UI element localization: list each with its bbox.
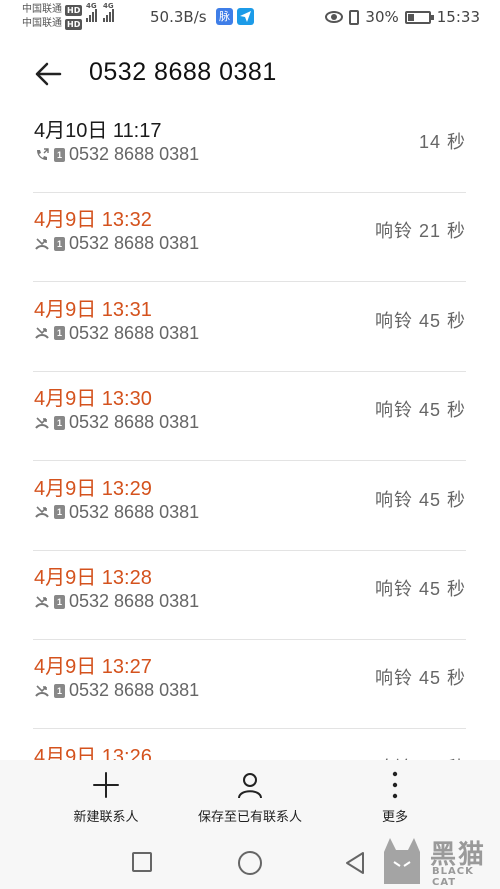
sim-card-icon: 1 xyxy=(54,147,65,162)
battery-percent: 30% xyxy=(365,8,399,26)
more-vertical-icon xyxy=(392,771,398,799)
sim-card-icon: 1 xyxy=(54,236,65,251)
eye-comfort-icon xyxy=(325,11,344,23)
sim-card-icon: 1 xyxy=(54,505,65,520)
call-time: 4月9日 13:28 xyxy=(34,567,152,589)
page-title: 0532 8688 0381 xyxy=(89,58,277,86)
call-time: 4月9日 13:32 xyxy=(34,209,152,232)
sim-card-icon: 1 xyxy=(54,683,65,698)
call-number: 0532 8688 0381 xyxy=(69,501,200,522)
call-log-item[interactable]: 4月9日 13:32 1 0532 8688 0381 响铃 21 秒 xyxy=(33,193,466,283)
outgoing-call-icon xyxy=(37,147,49,160)
call-duration: 响铃 45 秒 xyxy=(374,310,466,331)
status-right: 30% 15:33 xyxy=(325,8,480,26)
send-notification-icon xyxy=(237,8,254,25)
more-button[interactable]: 更多 xyxy=(370,770,420,825)
missed-call-icon xyxy=(35,417,49,429)
new-contact-button[interactable]: 新建联系人 xyxy=(70,770,142,825)
arrow-left-icon xyxy=(35,62,62,86)
call-subline: 1 0532 8688 0381 xyxy=(34,144,199,165)
call-time: 4月9日 13:29 xyxy=(34,477,152,500)
call-duration: 响铃 45 秒 xyxy=(374,489,466,510)
call-number: 0532 8688 0381 xyxy=(69,680,200,701)
carrier-info: 中国联通 HD 中国联通 HD xyxy=(22,3,83,31)
sim-card-icon: 1 xyxy=(54,415,65,430)
call-log-item[interactable]: 4月10日 11:17 1 0532 8688 0381 14 秒 xyxy=(33,104,466,193)
new-contact-label: 新建联系人 xyxy=(73,810,139,825)
call-time: 4月10日 11:17 xyxy=(34,120,162,142)
back-triangle-icon[interactable] xyxy=(344,851,366,875)
call-duration: 响铃 45 秒 xyxy=(374,579,466,599)
call-subline: 1 0532 8688 0381 xyxy=(34,591,199,612)
person-icon xyxy=(238,773,262,799)
call-duration: 14 秒 xyxy=(418,132,466,152)
clock: 15:33 xyxy=(436,8,480,26)
call-log-item[interactable]: 4月9日 13:27 1 0532 8688 0381 响铃 45 秒 xyxy=(33,640,466,730)
call-time: 4月9日 13:27 xyxy=(34,656,152,679)
signal-strength: 4G 4G xyxy=(86,2,114,22)
call-number: 0532 8688 0381 xyxy=(69,233,200,254)
call-log-item[interactable]: 4月9日 13:28 1 0532 8688 0381 响铃 45 秒 xyxy=(33,551,466,640)
missed-call-icon xyxy=(35,327,49,339)
sim-card-icon: 1 xyxy=(54,326,65,341)
missed-call-icon xyxy=(35,238,49,250)
call-duration: 响铃 45 秒 xyxy=(374,668,466,689)
call-log-item[interactable]: 4月9日 13:261响铃 45 秒 xyxy=(33,730,466,760)
call-number: 0532 8688 0381 xyxy=(69,144,200,164)
call-subline: 1 0532 8688 0381 xyxy=(34,323,199,344)
black-cat-watermark: 黑猫 BLACK CAT xyxy=(372,830,500,889)
back-button[interactable] xyxy=(30,58,66,90)
call-subline: 1 0532 8688 0381 xyxy=(34,233,199,254)
save-existing-label: 保存至已有联系人 xyxy=(197,810,302,825)
missed-call-icon xyxy=(35,595,49,608)
call-duration: 响铃 21 秒 xyxy=(374,221,466,242)
app-notification-icon: 脉 xyxy=(216,8,233,25)
carrier-name: 中国联通 xyxy=(22,4,62,15)
carrier-name: 中国联通 xyxy=(22,18,62,29)
call-time: 4月9日 13:31 xyxy=(34,298,152,321)
signal-icon: 4G xyxy=(103,2,114,22)
sim-card-icon: 1 xyxy=(54,594,65,609)
plus-icon xyxy=(93,772,119,798)
call-log-item[interactable]: 4月9日 13:29 1 0532 8688 0381 响铃 45 秒 xyxy=(33,462,466,551)
call-log-item[interactable]: 4月9日 13:30 1 0532 8688 0381 响铃 45 秒 xyxy=(33,372,466,462)
call-number: 0532 8688 0381 xyxy=(69,412,200,433)
call-time: 4月9日 13:30 xyxy=(34,388,152,411)
call-log-item[interactable]: 4月9日 13:31 1 0532 8688 0381 响铃 45 秒 xyxy=(33,283,466,372)
more-label: 更多 xyxy=(381,810,408,825)
call-number: 0532 8688 0381 xyxy=(69,322,200,343)
hd-badge: HD xyxy=(65,18,83,30)
save-to-existing-contact-button[interactable]: 保存至已有联系人 xyxy=(190,770,310,825)
cat-logo-icon xyxy=(384,838,420,884)
call-duration: 响铃 45 秒 xyxy=(374,400,466,421)
hd-badge: HD xyxy=(65,4,83,16)
vibrate-icon xyxy=(349,9,360,25)
call-history-list[interactable]: 4月10日 11:17 1 0532 8688 0381 14 秒 4月9日 13:32… xyxy=(0,104,500,760)
call-subline: 1 0532 8688 0381 xyxy=(34,502,199,523)
header: 0532 8688 0381 xyxy=(0,46,500,102)
signal-icon: 4G xyxy=(86,2,97,22)
missed-call-icon xyxy=(35,506,49,518)
missed-call-icon xyxy=(35,685,49,697)
battery-icon xyxy=(404,10,434,24)
call-number: 0532 8688 0381 xyxy=(69,591,200,611)
net-speed: 50.3B/s xyxy=(150,8,207,26)
call-time: 4月9日 13:26 xyxy=(34,745,152,760)
call-subline: 1 0532 8688 0381 xyxy=(34,680,199,701)
recents-square-icon[interactable] xyxy=(132,852,152,872)
call-subline: 1 0532 8688 0381 xyxy=(34,412,199,433)
home-circle-icon[interactable] xyxy=(238,851,262,875)
status-bar: 中国联通 HD 中国联通 HD 4G 4G 50.3B/s 脉 30% 15:33 xyxy=(0,0,500,36)
bottom-toolbar: 新建联系人 保存至已有联系人 更多 xyxy=(0,760,500,832)
watermark-text-en: BLACK CAT xyxy=(432,866,474,888)
